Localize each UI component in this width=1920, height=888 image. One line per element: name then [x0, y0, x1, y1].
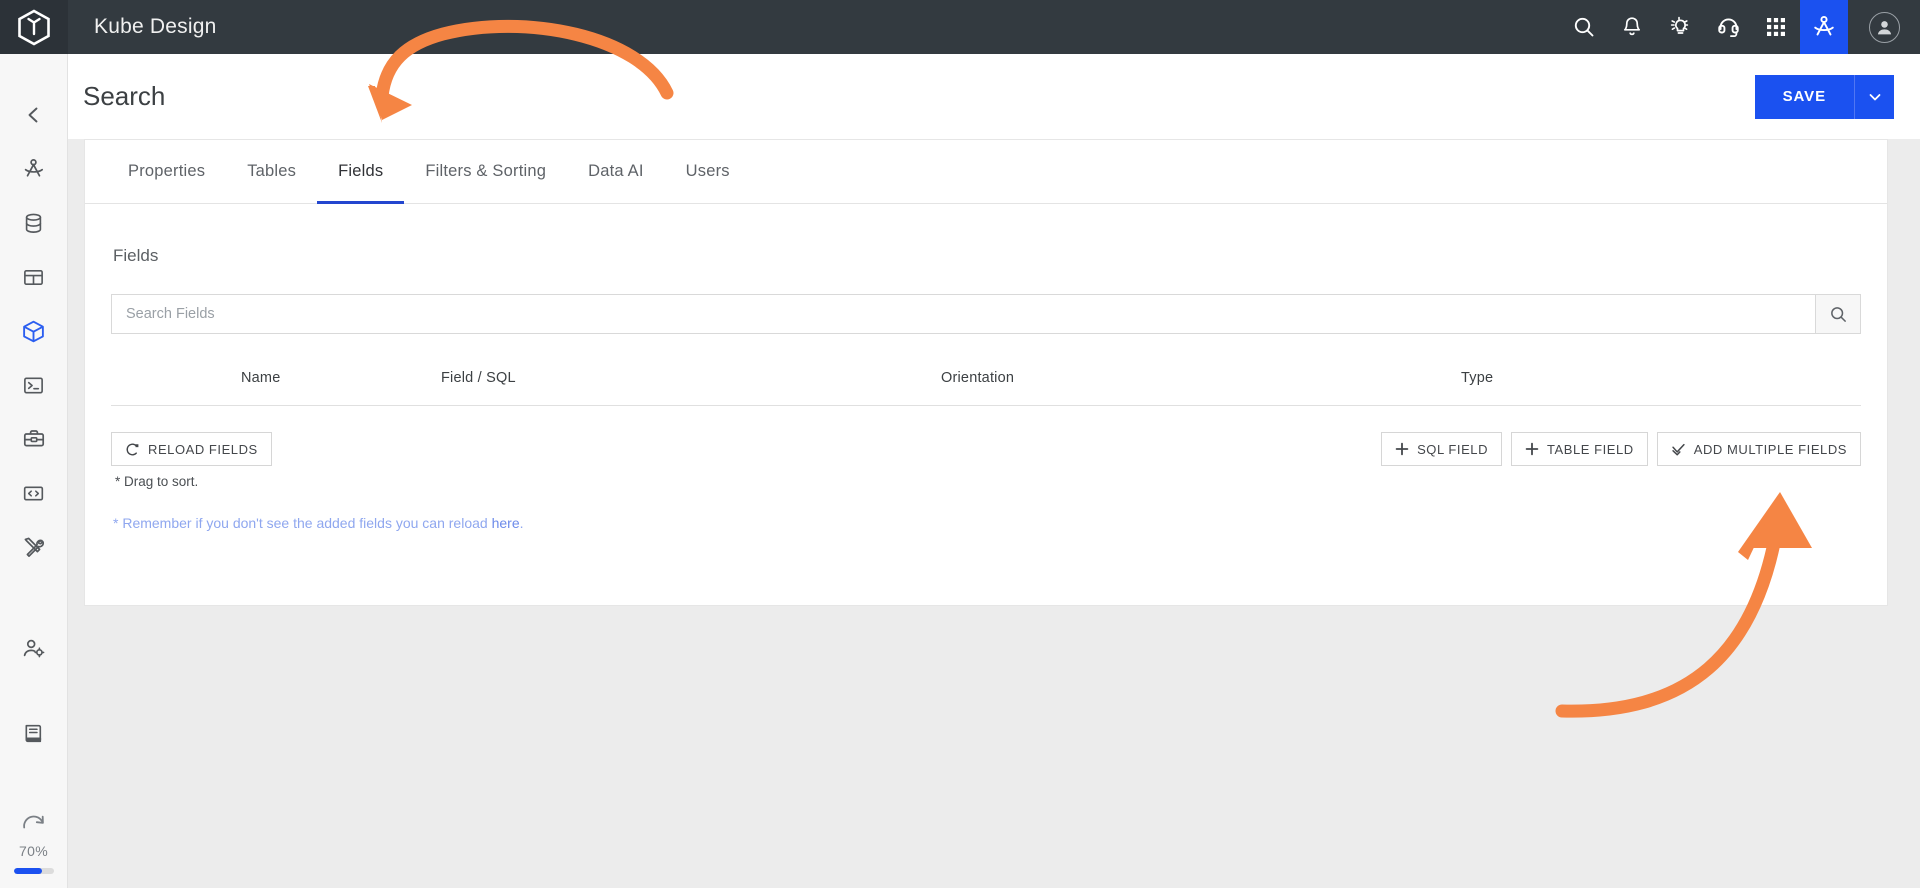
plus-icon	[1395, 442, 1409, 456]
bell-icon[interactable]	[1608, 0, 1656, 54]
add-field-buttons: SQL FIELD TABLE FIELD ADD MULTIPLE FIELD…	[1381, 432, 1861, 466]
section-title: Fields	[113, 246, 159, 265]
tab-properties[interactable]: Properties	[107, 140, 226, 203]
tab-data-ai[interactable]: Data AI	[567, 140, 665, 203]
user-avatar-icon	[1868, 11, 1900, 43]
reload-here-link[interactable]: here	[492, 515, 520, 531]
refresh-icon	[22, 815, 44, 829]
search-input[interactable]	[111, 294, 1815, 334]
add-multiple-fields-label: ADD MULTIPLE FIELDS	[1693, 441, 1847, 457]
check-icon	[1672, 443, 1685, 456]
user-settings-icon	[23, 639, 44, 658]
top-bar-actions	[1560, 0, 1920, 54]
plus-icon	[1525, 442, 1539, 456]
add-table-field-label: TABLE FIELD	[1547, 441, 1634, 457]
tab-users[interactable]: Users	[665, 140, 751, 203]
sidebar-item-code[interactable]	[0, 466, 68, 520]
sidebar-item-tables[interactable]	[0, 250, 68, 304]
lightbulb-icon[interactable]	[1656, 0, 1704, 54]
sidebar-item-documentation[interactable]	[0, 706, 68, 760]
reload-fields-label: RELOAD FIELDS	[148, 441, 258, 457]
cube-logo-icon[interactable]	[0, 0, 68, 54]
search-row	[111, 294, 1861, 334]
reload-hint-note: * Remember if you don't see the added fi…	[113, 515, 1863, 531]
tab-tables[interactable]: Tables	[226, 140, 317, 203]
sidebar-item-user-settings[interactable]	[0, 622, 68, 676]
drag-to-sort-note: * Drag to sort.	[115, 474, 199, 489]
terminal-icon	[24, 376, 43, 394]
sidebar-item-cubes[interactable]	[0, 304, 68, 358]
add-multiple-fields-button[interactable]: ADD MULTIPLE FIELDS	[1656, 432, 1861, 466]
sidebar-bottom: 70%	[0, 706, 68, 888]
add-sql-field-button[interactable]: SQL FIELD	[1381, 432, 1503, 466]
chevron-down-icon	[1869, 93, 1880, 100]
cube-icon	[23, 320, 44, 342]
tab-bar: Properties Tables Fields Filters & Sorting D…	[85, 140, 1887, 204]
add-table-field-button[interactable]: TABLE FIELD	[1511, 432, 1648, 466]
page-title: Search	[83, 81, 166, 111]
designer-icon[interactable]	[1800, 0, 1848, 54]
book-icon	[25, 724, 42, 742]
sidebar-item-refresh[interactable]	[0, 806, 68, 840]
reload-column: RELOAD FIELDS * Drag to sort.	[111, 432, 272, 489]
save-button-group: SAVE	[1754, 74, 1894, 119]
sidebar-item-database[interactable]	[0, 196, 68, 250]
search-icon[interactable]	[1560, 0, 1608, 54]
refresh-icon	[126, 443, 139, 455]
sidebar-item-tools[interactable]	[0, 520, 68, 574]
avatar[interactable]	[1848, 0, 1920, 54]
search-icon	[1830, 306, 1846, 322]
reload-fields-button[interactable]: RELOAD FIELDS	[111, 432, 272, 466]
designer-icon	[24, 158, 44, 177]
sidebar-item-collapse[interactable]	[0, 88, 68, 142]
sidebar-item-toolbox[interactable]	[0, 412, 68, 466]
sidebar-item-designer[interactable]	[0, 142, 68, 196]
app-title: Kube Design	[94, 15, 217, 38]
table-icon	[24, 269, 43, 285]
toolbox-icon	[23, 430, 44, 447]
tab-filters-sorting[interactable]: Filters & Sorting	[404, 140, 567, 203]
grid-apps-icon[interactable]	[1752, 0, 1800, 54]
actions-row: RELOAD FIELDS * Drag to sort. SQL FIELD …	[111, 432, 1861, 489]
tab-fields[interactable]: Fields	[317, 140, 405, 204]
page-header: Search SAVE	[68, 54, 1920, 139]
top-bar: Kube Design	[0, 0, 1920, 54]
collapse-icon	[28, 107, 37, 123]
fields-table-header: Name Field / SQL Orientation Type	[111, 350, 1861, 406]
save-button[interactable]: SAVE	[1754, 74, 1854, 119]
left-sidebar: 70%	[0, 54, 68, 888]
column-header-name: Name	[241, 369, 281, 386]
column-header-orientation: Orientation	[941, 369, 1015, 386]
reload-hint-prefix: * Remember if you don't see the added fi…	[113, 515, 492, 531]
column-header-type: Type	[1461, 369, 1494, 386]
tools-icon	[24, 537, 44, 557]
zoom-progress-bar[interactable]	[13, 868, 54, 874]
fields-card: Properties Tables Fields Filters & Sorting D…	[84, 139, 1888, 606]
reload-hint-suffix: .	[519, 515, 524, 531]
card-body: Fields Name Field / SQL Orientation Type	[85, 204, 1887, 531]
code-icon	[23, 485, 44, 501]
search-submit-button[interactable]	[1815, 294, 1861, 334]
zoom-progress-fill	[13, 868, 42, 874]
application-window: Kube Design 70% Search SAVE Properties T…	[0, 0, 1920, 888]
column-header-field-sql: Field / SQL	[441, 369, 516, 386]
save-dropdown-button[interactable]	[1854, 74, 1894, 119]
sidebar-item-console[interactable]	[0, 358, 68, 412]
zoom-level-label: 70%	[19, 843, 48, 859]
add-sql-field-label: SQL FIELD	[1417, 441, 1489, 457]
headset-icon[interactable]	[1704, 0, 1752, 54]
database-icon	[25, 213, 42, 233]
